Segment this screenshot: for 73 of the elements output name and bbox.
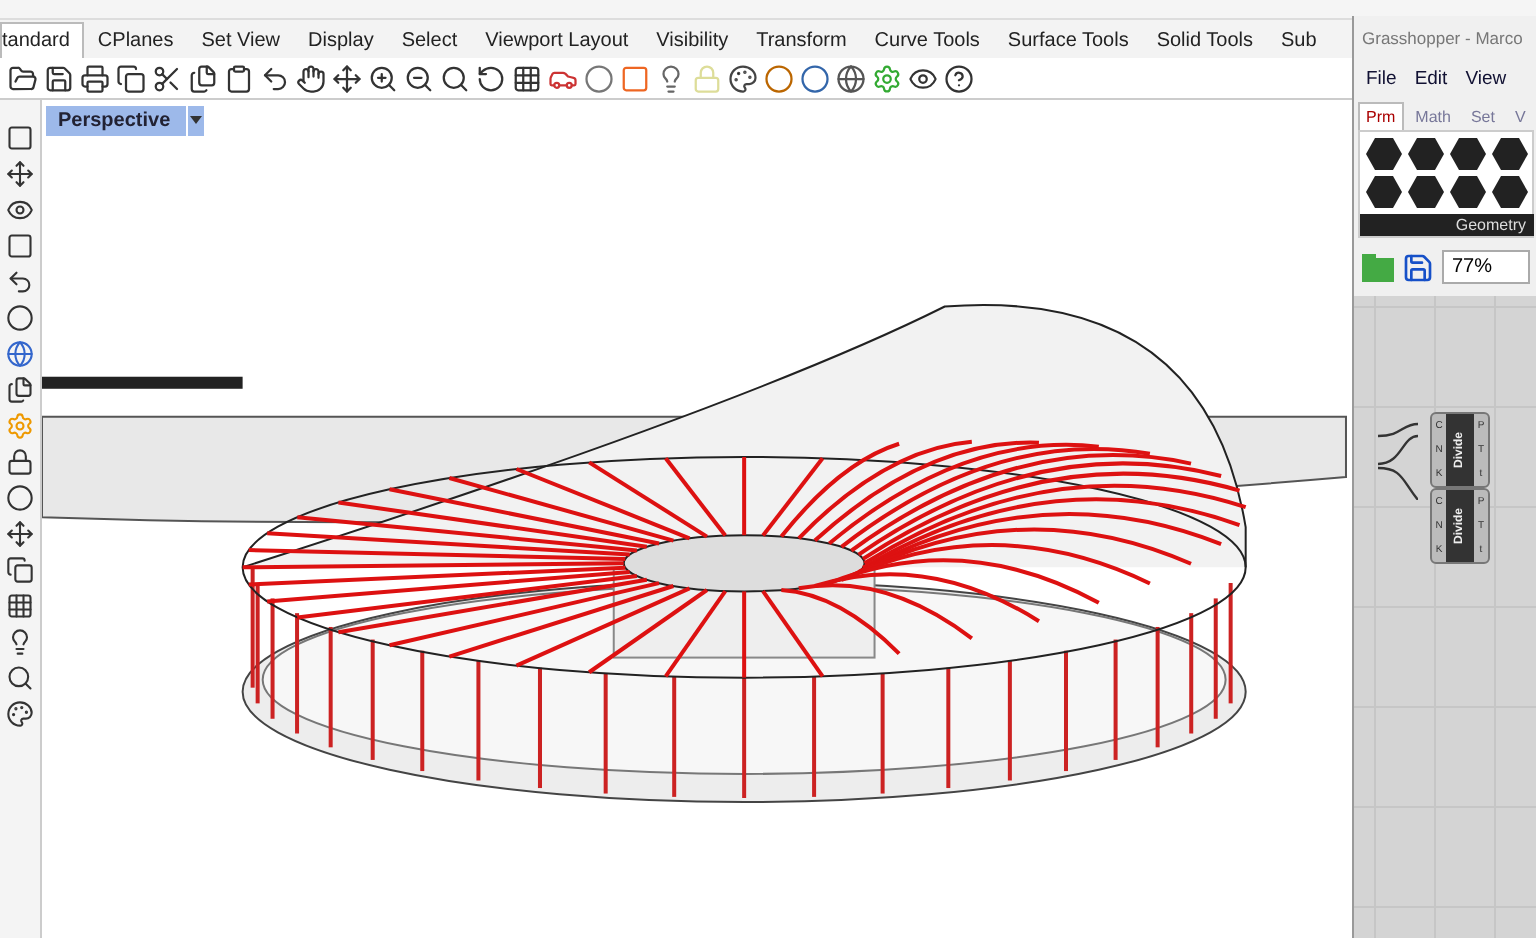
ribbon-tab[interactable]: Set View (187, 22, 295, 59)
tool-icon[interactable] (6, 159, 34, 188)
tool-icon[interactable] (6, 555, 34, 584)
ribbon-group-label: Geometry (1360, 214, 1534, 236)
zoom-field[interactable]: 77% (1442, 250, 1530, 284)
component-icon[interactable] (1492, 138, 1528, 170)
open-folder-icon[interactable] (8, 63, 38, 94)
circle-icon[interactable] (584, 63, 614, 94)
globe-icon[interactable] (836, 63, 866, 94)
eye-icon[interactable] (908, 63, 938, 94)
lightbulb-icon[interactable] (656, 63, 686, 94)
save-icon[interactable] (1402, 251, 1434, 283)
printer-icon[interactable] (80, 63, 110, 94)
zoom-out-icon[interactable] (404, 63, 434, 94)
rotate-icon[interactable] (476, 63, 506, 94)
tool-icon[interactable] (6, 663, 34, 692)
component-icon[interactable] (1408, 138, 1444, 170)
help-icon[interactable] (944, 63, 974, 94)
tool-icon[interactable] (6, 195, 34, 224)
ribbon-tab[interactable]: Sub (1267, 22, 1331, 59)
wire-drawing (1378, 420, 1418, 500)
tool-icon[interactable] (6, 591, 34, 620)
component-icon[interactable] (1450, 138, 1486, 170)
menu-item[interactable]: File (1366, 68, 1397, 90)
component-icon[interactable] (1408, 176, 1444, 208)
ribbon-tab[interactable]: Solid Tools (1142, 22, 1268, 59)
search-icon[interactable] (440, 63, 470, 94)
palette-icon[interactable] (728, 63, 758, 94)
tool-icon[interactable] (6, 123, 34, 152)
tool-icon[interactable] (6, 231, 34, 260)
component-icon[interactable] (1366, 138, 1402, 170)
ribbon-tab[interactable]: tandard (0, 22, 84, 59)
tool-icon[interactable] (6, 267, 34, 296)
tool-icon[interactable] (6, 699, 34, 728)
undo-icon[interactable] (260, 63, 290, 94)
tool-icon[interactable] (6, 447, 34, 476)
tool-icon[interactable] (6, 519, 34, 548)
tool-icon[interactable] (6, 375, 34, 404)
ribbon-tab[interactable]: Transform (742, 22, 861, 59)
scissors-icon[interactable] (152, 63, 182, 94)
tool-icon[interactable] (6, 339, 34, 368)
hand-icon[interactable] (296, 63, 326, 94)
ribbon-tab[interactable]: CPlanes (83, 22, 188, 59)
ribbon-tab[interactable]: Curve Tools (860, 22, 994, 59)
component-icon[interactable] (1492, 176, 1528, 208)
tool-icon[interactable] (6, 483, 34, 512)
zoom-in-icon[interactable] (368, 63, 398, 94)
ribbon-tab[interactable]: Visibility (642, 22, 743, 59)
folder-icon[interactable] (1362, 253, 1394, 281)
component-tab[interactable]: Set (1462, 102, 1503, 130)
component-tab[interactable]: Math (1407, 102, 1459, 130)
component-tab[interactable]: Prm (1358, 102, 1404, 130)
save-icon[interactable] (44, 63, 74, 94)
dropdown-caret-icon[interactable] (190, 116, 203, 125)
clipboard-icon[interactable] (224, 63, 254, 94)
viewport-title[interactable]: Perspective (46, 105, 187, 136)
move-icon[interactable] (332, 63, 362, 94)
ribbon-tab[interactable]: Select (387, 22, 472, 59)
ribbon-tab[interactable]: Surface Tools (993, 22, 1143, 59)
ribbon-tab[interactable]: Display (294, 22, 388, 59)
window-title: Grasshopper - Marco (1360, 26, 1525, 52)
menu-item[interactable]: Edit (1414, 68, 1448, 90)
menu-item[interactable]: View (1465, 68, 1507, 90)
component-icon[interactable] (1366, 176, 1402, 208)
component-tab[interactable]: V (1506, 102, 1534, 130)
square-icon[interactable] (620, 63, 650, 94)
grid-icon[interactable] (512, 63, 542, 94)
copy-icon[interactable] (116, 63, 146, 94)
files-icon[interactable] (188, 63, 218, 94)
ribbon-tab[interactable]: Viewport Layout (471, 22, 643, 59)
component-icon[interactable] (1450, 176, 1486, 208)
tool-icon[interactable] (6, 303, 34, 332)
tool-icon[interactable] (6, 627, 34, 656)
